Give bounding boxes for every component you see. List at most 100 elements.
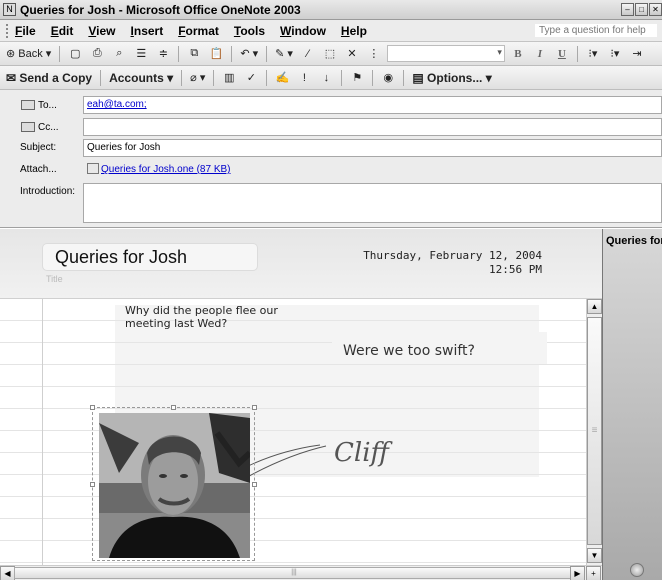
flag-icon[interactable]: ⚑ [348, 69, 366, 87]
handwritten-ink[interactable]: Cliff [230, 419, 430, 494]
email-header: To... eah@ta.com; Cc... Subject: Queries… [0, 90, 662, 228]
toolbar-options-icon[interactable]: ⋮ [365, 45, 383, 63]
menu-view[interactable]: View [88, 24, 115, 38]
note-question[interactable]: Why did the people flee our meeting last… [125, 304, 278, 330]
underline-button[interactable]: U [553, 45, 571, 63]
to-label: To... [38, 99, 57, 111]
pen-icon[interactable]: ✎ ▾ [273, 45, 295, 63]
toolbar-separator [372, 69, 374, 86]
address-book-icon [21, 100, 35, 110]
scroll-up-arrow-icon[interactable]: ▲ [587, 299, 602, 314]
menu-file[interactable]: File [15, 24, 36, 38]
accounts-button[interactable]: Accounts ▾ [107, 69, 175, 87]
resize-handle[interactable] [252, 482, 257, 487]
options-label: Options... [427, 70, 483, 85]
introduction-field[interactable] [83, 183, 662, 223]
person-photo[interactable] [99, 413, 250, 558]
to-button[interactable]: To... [6, 96, 76, 114]
resize-handle[interactable] [90, 482, 95, 487]
check-names-icon[interactable]: ✓ [242, 69, 260, 87]
attach-paperclip-icon[interactable]: ⌀ ▾ [188, 69, 207, 87]
onenote-app-icon[interactable]: N [3, 3, 16, 16]
note-page: Queries for Josh Title Thursday, Februar… [0, 229, 602, 580]
scroll-thumb[interactable]: ≡ [587, 317, 602, 545]
menu-grip-handle[interactable] [6, 23, 9, 38]
horizontal-scrollbar[interactable]: ◀ ||| ▶ + [0, 565, 602, 580]
window-controls: – □ ✕ [621, 3, 662, 16]
attachment-link[interactable]: Queries for Josh.one (87 KB) [101, 164, 231, 175]
page-list-icon[interactable]: ☰ [132, 45, 150, 63]
resize-handle[interactable] [252, 405, 257, 410]
copy-icon[interactable]: ⧉ [185, 45, 203, 63]
print-icon[interactable]: ⎙ [88, 45, 106, 63]
options-button[interactable]: ▤ Options... ▾ [410, 69, 493, 87]
to-recipient[interactable]: eah@ta.com; [87, 99, 147, 110]
vertical-scrollbar[interactable]: ▲ ≡ ▼ [586, 299, 602, 565]
send-copy-label: Send a Copy [19, 70, 93, 85]
signature-icon[interactable]: ✍ [273, 69, 291, 87]
note-canvas[interactable]: Why did the people flee our meeting last… [0, 299, 586, 565]
toolbar-separator [341, 69, 343, 86]
menu-window[interactable]: Window [280, 24, 326, 38]
resize-handle[interactable] [171, 405, 176, 410]
scroll-left-arrow-icon[interactable]: ◀ [0, 566, 15, 580]
onenote-file-icon [87, 163, 99, 174]
toolbar-separator [403, 69, 405, 86]
menu-edit[interactable]: Edit [51, 24, 74, 38]
indent-icon[interactable]: ⇥ [628, 45, 646, 63]
minimize-button[interactable]: – [621, 3, 634, 16]
photo-selection-frame[interactable] [90, 405, 257, 561]
page-header: Queries for Josh Title Thursday, Februar… [0, 229, 602, 299]
back-button[interactable]: ⊛ Back ▾ [4, 45, 53, 63]
menu-bar: File Edit View Insert Format Tools Windo… [0, 20, 662, 42]
window-title: Queries for Josh - Microsoft Office OneN… [20, 2, 301, 17]
page-tab-queries[interactable]: Queries for Josh [606, 235, 662, 247]
panel-circle-icon[interactable] [630, 563, 644, 577]
menu-insert[interactable]: Insert [131, 24, 164, 38]
page-time: 12:56 PM [489, 263, 542, 276]
email-toolbar: ✉ Send a Copy Accounts ▾ ⌀ ▾ ▥ ✓ ✍ ! ↓ ⚑… [0, 66, 662, 90]
address-book-icon[interactable]: ▥ [220, 69, 238, 87]
cc-field[interactable] [83, 118, 662, 136]
horizontal-scroll-thumb[interactable]: ||| [14, 567, 574, 579]
maximize-button[interactable]: □ [635, 3, 648, 16]
scroll-right-arrow-icon[interactable]: ▶ [570, 566, 585, 580]
menu-help[interactable]: Help [341, 24, 367, 38]
menu-format[interactable]: Format [178, 24, 219, 38]
selection-tool-icon[interactable]: ⬚ [321, 45, 339, 63]
undo-icon[interactable]: ↶ ▾ [238, 45, 260, 63]
eraser-icon[interactable]: ⁄ [299, 45, 317, 63]
toolbar-separator [59, 45, 61, 62]
scroll-down-arrow-icon[interactable]: ▼ [587, 548, 602, 563]
new-page-plus-icon[interactable]: + [586, 566, 601, 580]
toolbar-separator [178, 45, 180, 62]
paste-icon[interactable]: 📋 [207, 45, 225, 63]
delete-icon[interactable]: ✕ [343, 45, 361, 63]
bold-button[interactable]: B [509, 45, 527, 63]
bullets-icon[interactable]: ⁝▾ [584, 45, 602, 63]
send-copy-button[interactable]: ✉ Send a Copy [4, 69, 94, 87]
toolbar-separator [231, 45, 233, 62]
insert-space-icon[interactable]: ≑ [154, 45, 172, 63]
subject-field[interactable]: Queries for Josh [83, 139, 662, 157]
accounts-label: Accounts [109, 70, 164, 85]
resize-handle[interactable] [90, 405, 95, 410]
menu-tools[interactable]: Tools [234, 24, 265, 38]
importance-high-icon[interactable]: ! [295, 69, 313, 87]
italic-button[interactable]: I [531, 45, 549, 63]
print-preview-icon[interactable]: ⌕ [110, 45, 128, 63]
importance-low-icon[interactable]: ↓ [317, 69, 335, 87]
title-bar: N Queries for Josh - Microsoft Office On… [0, 0, 662, 20]
page-title[interactable]: Queries for Josh [42, 243, 258, 271]
toolbar-separator [100, 69, 102, 86]
outlook-icon[interactable]: ◉ [379, 69, 397, 87]
font-style-select[interactable] [386, 45, 505, 62]
close-button[interactable]: ✕ [649, 3, 662, 16]
to-field[interactable]: eah@ta.com; [83, 96, 662, 114]
numbering-icon[interactable]: ⁝▾ [606, 45, 624, 63]
help-question-input[interactable]: Type a question for help [534, 23, 658, 38]
cc-button[interactable]: Cc... [6, 118, 76, 136]
handwriting-signature: Cliff [334, 438, 394, 468]
page-date-time: Thursday, February 12, 2004 12:56 PM [363, 249, 542, 277]
new-page-icon[interactable]: ▢ [66, 45, 84, 63]
